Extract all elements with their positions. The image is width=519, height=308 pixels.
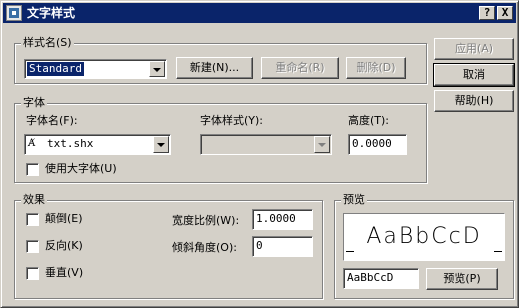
preview-baseline-right <box>494 251 502 252</box>
height-input[interactable]: 0.0000 <box>348 134 407 155</box>
preview-text-input[interactable]: AaBbCcD <box>343 268 419 289</box>
vertical-checkbox[interactable] <box>26 267 39 280</box>
chevron-down-icon[interactable] <box>314 136 330 153</box>
new-style-button[interactable]: 新建(N)... <box>176 57 253 79</box>
use-bigfont-label[interactable]: 使用大字体(U) <box>45 162 117 176</box>
rename-style-button[interactable]: 重命名(R) <box>261 57 339 79</box>
title-bar[interactable]: 文字样式 ? X <box>3 3 516 23</box>
apply-button[interactable]: 应用(A) <box>434 38 514 60</box>
app-icon <box>6 5 22 21</box>
text-style-dialog: 文字样式 ? X 应用(A) 取消 帮助(H) 样式名(S) Standard … <box>0 0 519 308</box>
font-name-value: txt.shx <box>47 137 94 150</box>
font-style-label: 字体样式(Y): <box>200 114 264 127</box>
preview-button[interactable]: 预览(P) <box>426 268 498 290</box>
preview-input-value: AaBbCcD <box>347 271 394 284</box>
upside-down-label[interactable]: 颠倒(E) <box>45 212 83 226</box>
style-name-value: Standard <box>27 62 84 76</box>
width-factor-label: 宽度比例(W): <box>172 214 240 227</box>
cancel-button[interactable]: 取消 <box>433 63 515 87</box>
font-style-dropdown[interactable] <box>200 134 332 155</box>
width-factor-value: 1.0000 <box>256 212 296 225</box>
preview-baseline-left <box>346 251 354 252</box>
effects-group-label: 效果 <box>21 193 47 207</box>
oblique-angle-input[interactable]: 0 <box>252 236 313 257</box>
backwards-label[interactable]: 反向(K) <box>45 239 83 253</box>
close-caption-button[interactable]: X <box>497 6 513 20</box>
font-a-icon: A̸ <box>28 138 36 149</box>
chevron-down-icon[interactable] <box>149 61 165 77</box>
vertical-label[interactable]: 垂直(V) <box>45 266 83 280</box>
preview-group-label: 预览 <box>341 193 367 207</box>
font-group-label: 字体 <box>21 96 47 110</box>
style-name-group-label: 样式名(S) <box>21 36 74 50</box>
oblique-angle-label: 倾斜角度(O): <box>172 241 237 254</box>
font-name-label: 字体名(F): <box>26 114 78 127</box>
style-name-dropdown[interactable]: Standard <box>24 59 167 79</box>
preview-pane: AaBbCcD <box>343 213 505 261</box>
backwards-checkbox[interactable] <box>26 240 39 253</box>
help-caption-button[interactable]: ? <box>479 6 495 20</box>
upside-down-checkbox[interactable] <box>26 213 39 226</box>
chevron-down-icon[interactable] <box>153 136 169 153</box>
delete-style-button[interactable]: 删除(D) <box>346 57 406 79</box>
dialog-title: 文字样式 <box>27 6 76 20</box>
width-factor-input[interactable]: 1.0000 <box>252 209 313 230</box>
font-name-dropdown[interactable]: A̸ txt.shx <box>24 134 171 155</box>
height-value: 0.0000 <box>352 137 392 150</box>
help-button[interactable]: 帮助(H) <box>434 90 514 112</box>
oblique-angle-value: 0 <box>256 239 263 252</box>
height-label: 高度(T): <box>348 114 390 127</box>
preview-sample-text: AaBbCcD <box>366 224 482 249</box>
use-bigfont-checkbox[interactable] <box>26 163 39 176</box>
